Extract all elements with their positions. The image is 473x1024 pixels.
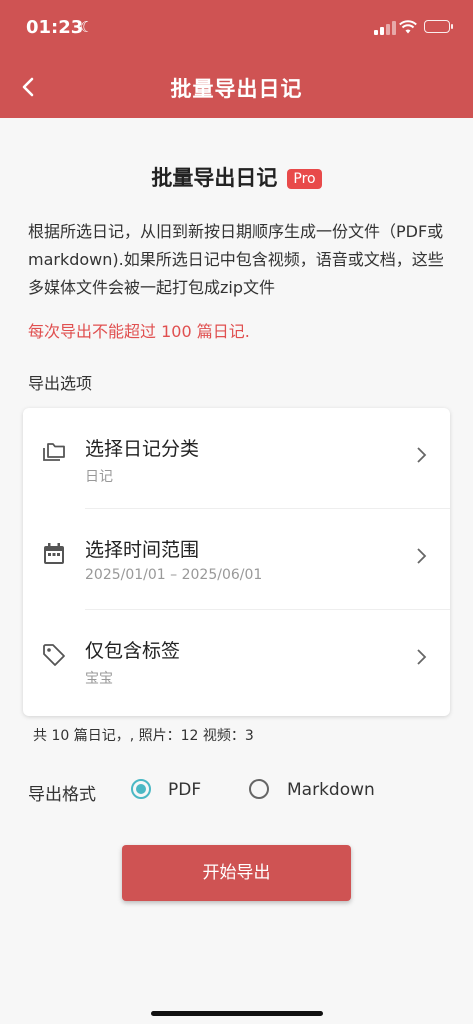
radio-label-pdf[interactable]: PDF [168, 780, 201, 800]
status-time: 01:23 [26, 17, 84, 38]
option-label: 选择日记分类 [85, 438, 200, 460]
nav-title: 批量导出日记 [170, 77, 303, 101]
status-bar: 01:23 ☾ [0, 0, 473, 56]
start-export-button[interactable]: 开始导出 [122, 845, 351, 901]
description-text: 根据所选日记，从旧到新按日期顺序生成一份文件（PDF或markdown).如果所… [28, 222, 444, 297]
battery-icon [424, 20, 453, 33]
page-title-text: 批量导出日记 [151, 166, 278, 190]
option-category[interactable]: 选择日记分类 日记 [23, 408, 450, 508]
option-value: 宝宝 [85, 671, 113, 687]
folder-icon [43, 443, 65, 461]
calendar-icon [44, 543, 64, 564]
chevron-right-icon [417, 447, 427, 463]
format-label: 导出格式 [28, 785, 96, 805]
home-indicator [151, 1011, 323, 1016]
stats-text: 共 10 篇日记，, 照片：12 视频：3 [33, 728, 254, 744]
moon-icon: ☾ [80, 18, 94, 36]
option-label: 仅包含标签 [85, 640, 181, 662]
page-title: 批量导出日记 Pro [0, 162, 473, 192]
radio-pdf[interactable] [130, 778, 152, 800]
radio-markdown[interactable] [248, 778, 270, 800]
option-tags[interactable]: 仅包含标签 宝宝 [23, 610, 450, 710]
wifi-icon [399, 20, 417, 34]
tag-icon [43, 644, 65, 666]
nav-bar: 批量导出日记 [0, 56, 473, 118]
option-value: 2025/01/01 – 2025/06/01 [85, 567, 263, 583]
section-label: 导出选项 [28, 374, 93, 393]
signal-icon [374, 21, 396, 35]
radio-label-markdown[interactable]: Markdown [287, 780, 375, 800]
chevron-right-icon [417, 548, 427, 564]
warning-text: 每次导出不能超过 100 篇日记. [28, 322, 250, 341]
pro-badge: Pro [287, 169, 322, 189]
main-content: 批量导出日记 Pro 根据所选日记，从旧到新按日期顺序生成一份文件（PDF或mar… [0, 118, 473, 1024]
option-value: 日记 [85, 469, 113, 485]
option-date-range[interactable]: 选择时间范围 2025/01/01 – 2025/06/01 [23, 509, 450, 609]
chevron-right-icon [417, 649, 427, 665]
option-label: 选择时间范围 [85, 539, 200, 561]
export-options-card: 选择日记分类 日记 选择时间范围 2025/01/01 – 2025/06/01 [23, 408, 450, 716]
